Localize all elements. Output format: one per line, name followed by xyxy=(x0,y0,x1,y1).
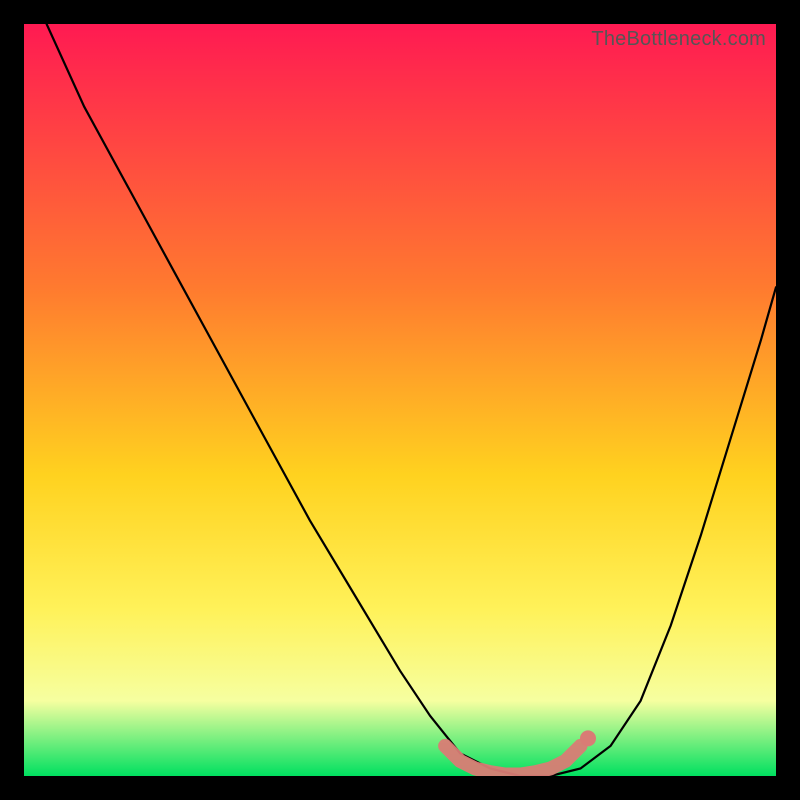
highlight-dot xyxy=(580,730,596,746)
highlight-markers xyxy=(445,730,596,774)
bottleneck-curve xyxy=(47,24,776,776)
bottleneck-plot xyxy=(24,24,776,776)
highlight-trail xyxy=(445,746,580,775)
chart-frame: TheBottleneck.com xyxy=(24,24,776,776)
watermark-label: TheBottleneck.com xyxy=(591,28,766,51)
